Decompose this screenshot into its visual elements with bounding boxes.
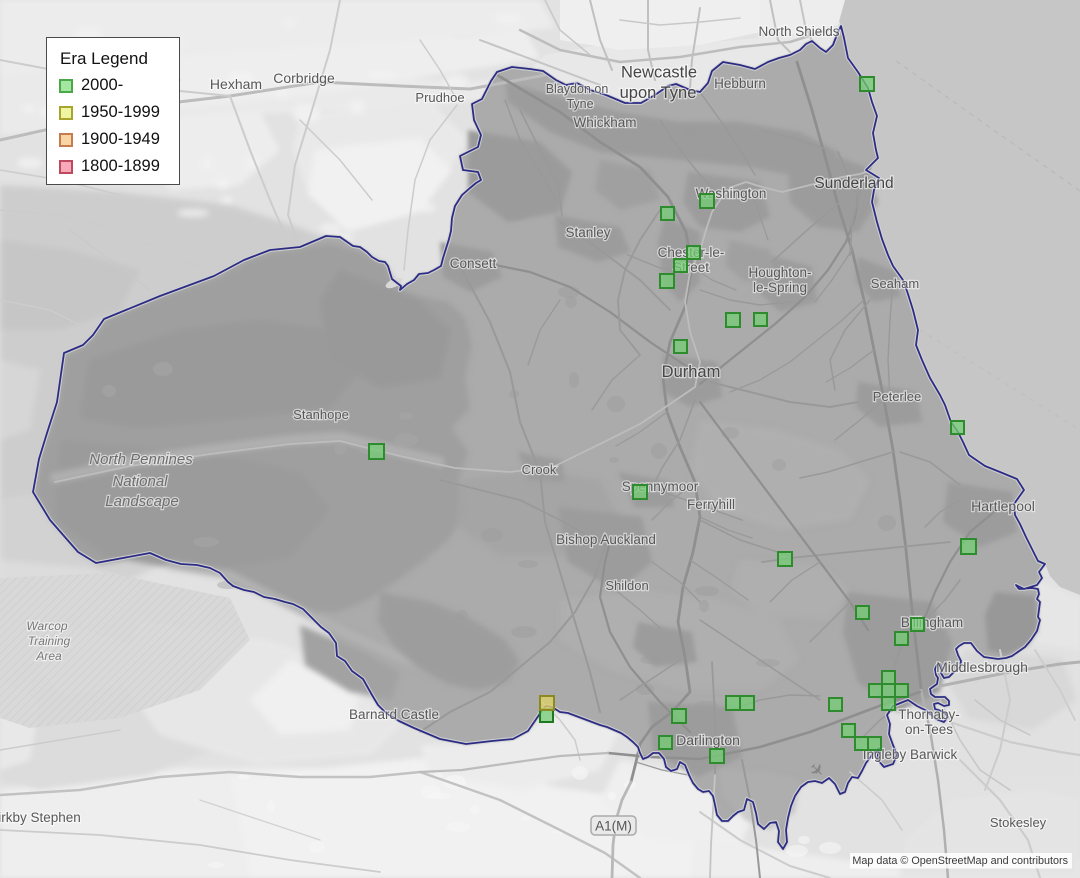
svg-text:North Shields: North Shields [758,24,839,39]
svg-text:Thornaby-: Thornaby- [898,707,960,722]
svg-text:Middlesbrough: Middlesbrough [936,659,1028,675]
svg-text:on-Tees: on-Tees [905,722,953,737]
svg-text:Training: Training [28,634,71,648]
svg-text:Whickham: Whickham [573,115,636,130]
svg-text:le-Spring: le-Spring [753,280,807,295]
svg-text:Newcastle: Newcastle [621,64,697,82]
svg-text:Prudhoe: Prudhoe [415,90,464,105]
svg-text:Hexham: Hexham [210,76,262,92]
svg-text:Shildon: Shildon [605,578,648,593]
svg-text:Hartlepool: Hartlepool [971,498,1035,514]
svg-text:Stanley: Stanley [565,225,610,240]
svg-text:A1(M): A1(M) [595,819,632,834]
svg-text:Blaydon on: Blaydon on [546,82,609,96]
svg-text:Crook: Crook [522,462,557,477]
svg-text:Kirkby Stephen: Kirkby Stephen [0,810,81,825]
svg-text:Ferryhill: Ferryhill [687,497,735,512]
svg-text:Consett: Consett [450,256,497,271]
svg-text:National: National [112,473,168,490]
svg-text:Stokesley: Stokesley [990,815,1047,830]
svg-text:Corbridge: Corbridge [273,70,335,86]
svg-text:Sunderland: Sunderland [814,175,893,192]
svg-text:North Pennines: North Pennines [89,451,193,468]
svg-text:Bishop Auckland: Bishop Auckland [556,532,656,547]
svg-text:Peterlee: Peterlee [873,389,921,404]
svg-text:Warcop: Warcop [26,619,67,633]
svg-text:Barnard Castle: Barnard Castle [349,707,439,722]
svg-text:Darlington: Darlington [676,732,740,748]
svg-text:Area: Area [35,649,62,663]
svg-text:Stanhope: Stanhope [293,407,349,422]
svg-text:Landscape: Landscape [105,493,178,510]
svg-text:Hebburn: Hebburn [714,76,766,91]
svg-text:upon Tyne: upon Tyne [620,84,697,102]
svg-text:Durham: Durham [662,363,721,381]
svg-text:Seaham: Seaham [871,276,919,291]
svg-text:Map data © OpenStreetMap and c: Map data © OpenStreetMap and contributor… [852,855,1068,867]
svg-text:Tyne: Tyne [566,97,593,111]
svg-text:Houghton-: Houghton- [748,265,811,280]
